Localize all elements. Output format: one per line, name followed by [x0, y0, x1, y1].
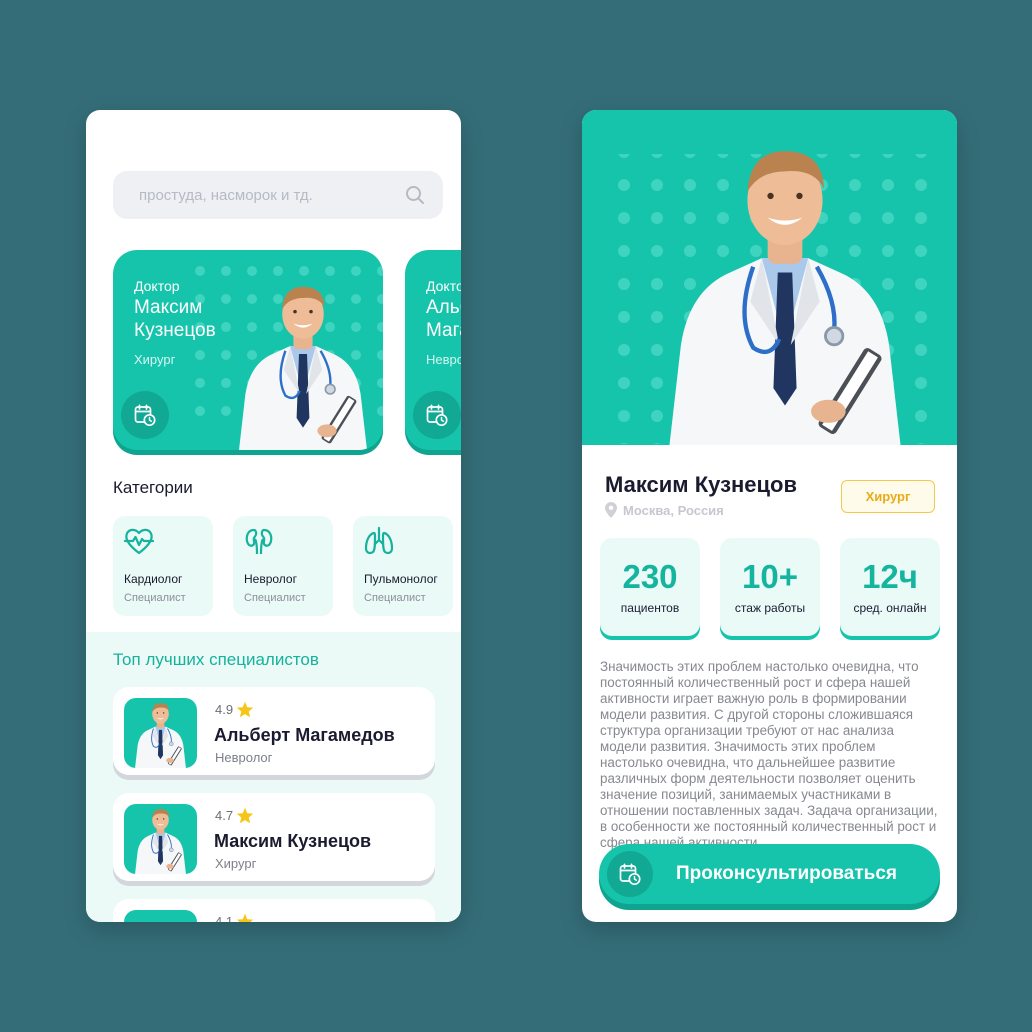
specialist-photo — [124, 698, 197, 768]
stat-online: 12ч сред. онлайн — [840, 538, 940, 636]
doctor-card-albert[interactable]: Доктор Альберт Магамедов Невролог — [405, 250, 461, 450]
category-sub: Специалист — [124, 592, 186, 604]
book-appointment-button[interactable] — [121, 391, 169, 439]
stat-value: 230 — [622, 558, 678, 595]
calendar-clock-icon — [133, 403, 157, 427]
doctor-card-name: Максим Кузнецов — [134, 297, 216, 341]
lungs-icon — [364, 526, 394, 555]
star-icon — [236, 701, 254, 718]
home-screen: Доктор Максим Кузнецов Хирург Доктор Аль… — [86, 110, 461, 922]
specialist-item[interactable]: 4.1 — [113, 899, 435, 922]
category-name: Пульмонолог — [364, 572, 438, 586]
doctor-profile-screen: Максим Кузнецов Москва, Россия Хирург 23… — [582, 110, 957, 922]
location-text: Москва, Россия — [623, 502, 724, 518]
doctor-card-specialty: Хирург — [134, 352, 176, 367]
doctor-card-title: Доктор — [134, 278, 180, 294]
profile-name: Максим Кузнецов — [605, 472, 798, 497]
rating-value: 4.7 — [215, 808, 234, 823]
rating-value: 4.1 — [215, 914, 234, 922]
categories-title: Категории — [113, 478, 193, 497]
doctor-photo — [640, 128, 930, 445]
specialist-rating: 4.7 — [215, 807, 254, 824]
doctor-photo — [124, 804, 197, 874]
category-sub: Специалист — [364, 592, 426, 604]
stat-experience: 10+ стаж работы — [720, 538, 820, 636]
category-name: Невролог — [244, 572, 297, 586]
specialist-item[interactable]: 4.9 Альберт Магамедов Невролог — [113, 687, 435, 775]
stat-label: сред. онлайн — [853, 601, 927, 615]
specialist-photo — [124, 910, 197, 922]
stat-value: 10+ — [742, 558, 798, 595]
specialist-specialty: Невролог — [215, 750, 273, 765]
stat-patients: 230 пациентов — [600, 538, 700, 636]
doctor-card-title: Доктор — [426, 278, 461, 294]
star-icon — [236, 807, 254, 824]
heart-pulse-icon — [123, 528, 155, 555]
specialist-item[interactable]: 4.7 Максим Кузнецов Хирург — [113, 793, 435, 881]
specialist-specialty: Хирург — [215, 856, 257, 871]
doctor-card-name: Альберт Магамедов — [426, 297, 461, 341]
doctor-photo — [124, 698, 197, 768]
search-icon[interactable] — [405, 185, 425, 205]
search-input[interactable] — [113, 171, 443, 219]
doctor-card-maksim[interactable]: Доктор Максим Кузнецов Хирург — [113, 250, 383, 450]
calendar-clock-icon-wrap — [607, 851, 653, 897]
top-specialists-title: Топ лучших специалистов — [113, 650, 319, 669]
specialist-rating: 4.1 — [215, 913, 254, 922]
doctor-photo — [223, 274, 383, 450]
calendar-clock-icon — [425, 403, 449, 427]
location-pin-icon — [605, 502, 617, 518]
specialist-name: Максим Кузнецов — [214, 831, 372, 851]
doctor-card-specialty: Невролог — [426, 352, 461, 367]
calendar-clock-icon — [618, 862, 642, 886]
book-appointment-button[interactable] — [413, 391, 461, 439]
stat-label: пациентов — [620, 601, 680, 615]
kidneys-icon — [245, 528, 273, 555]
consult-button[interactable]: Проконсультироваться — [599, 844, 940, 904]
consult-button-label: Проконсультироваться — [675, 863, 897, 884]
category-sub: Специалист — [244, 592, 306, 604]
specialist-rating: 4.9 — [215, 701, 254, 718]
stat-label: стаж работы — [734, 601, 806, 615]
stat-value: 12ч — [862, 558, 918, 595]
category-name: Кардиолог — [124, 572, 183, 586]
rating-value: 4.9 — [215, 702, 234, 717]
search-bar[interactable] — [113, 171, 443, 219]
category-pulmonologist[interactable]: Пульмонолог Специалист — [353, 516, 453, 616]
specialty-badge: Хирург — [841, 480, 935, 513]
specialist-name: Альберт Магамедов — [214, 725, 395, 745]
star-icon — [236, 913, 254, 922]
profile-hero — [582, 110, 957, 445]
profile-location: Москва, Россия — [605, 502, 724, 518]
category-cardiologist[interactable]: Кардиолог Специалист — [113, 516, 213, 616]
category-neurologist[interactable]: Невролог Специалист — [233, 516, 333, 616]
specialist-photo — [124, 804, 197, 874]
